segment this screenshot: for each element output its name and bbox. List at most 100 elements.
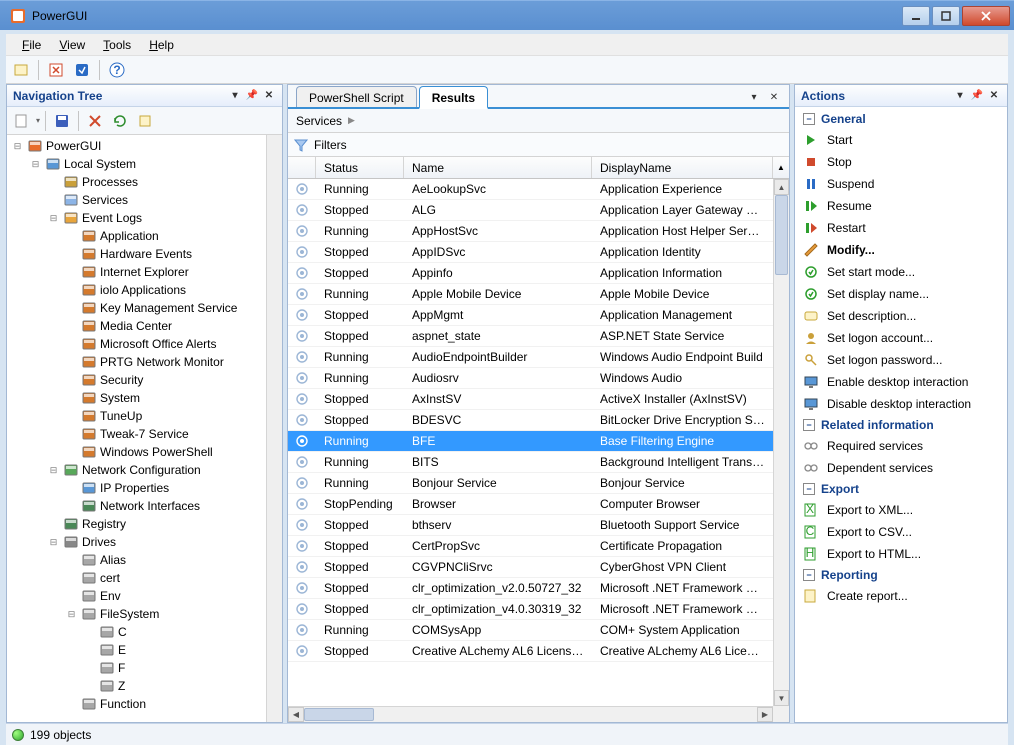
action-enable-desktop-interaction[interactable]: Enable desktop interaction bbox=[795, 371, 1007, 393]
tree-expander-icon[interactable] bbox=[65, 284, 78, 297]
tab-close-icon[interactable]: ✕ bbox=[767, 90, 781, 104]
grid-hscrollbar[interactable]: ◀ ▶ bbox=[288, 706, 773, 722]
collapse-icon[interactable]: − bbox=[803, 419, 815, 431]
breadcrumb[interactable]: Services ▶ bbox=[288, 109, 789, 133]
tree-node[interactable]: Microsoft Office Alerts bbox=[7, 335, 266, 353]
collapse-icon[interactable]: − bbox=[803, 483, 815, 495]
grid-scroll-up[interactable]: ▲ bbox=[773, 157, 789, 178]
tree-expander-icon[interactable]: ⊟ bbox=[29, 158, 42, 171]
table-row[interactable]: Stoppedclr_optimization_v2.0.50727_32Mic… bbox=[288, 578, 773, 599]
table-row[interactable]: RunningAudioEndpointBuilderWindows Audio… bbox=[288, 347, 773, 368]
table-row[interactable]: RunningCOMSysAppCOM+ System Application bbox=[288, 620, 773, 641]
action-set-display-name[interactable]: Set display name... bbox=[795, 283, 1007, 305]
table-row[interactable]: Stoppedclr_optimization_v4.0.30319_32Mic… bbox=[288, 599, 773, 620]
tree-expander-icon[interactable] bbox=[65, 356, 78, 369]
menu-file[interactable]: File bbox=[14, 36, 49, 54]
table-row[interactable]: StoppedBDESVCBitLocker Drive Encryption … bbox=[288, 410, 773, 431]
help-icon[interactable]: ? bbox=[106, 59, 128, 81]
action-export-to-csv[interactable]: CExport to CSV... bbox=[795, 521, 1007, 543]
action-set-start-mode[interactable]: Set start mode... bbox=[795, 261, 1007, 283]
tree-expander-icon[interactable] bbox=[65, 572, 78, 585]
tree-expander-icon[interactable] bbox=[83, 626, 96, 639]
tree-expander-icon[interactable]: ⊟ bbox=[47, 464, 60, 477]
tree-expander-icon[interactable] bbox=[83, 644, 96, 657]
minimize-button[interactable] bbox=[902, 6, 930, 26]
tree-expander-icon[interactable] bbox=[65, 392, 78, 405]
scroll-left-icon[interactable]: ◀ bbox=[288, 707, 304, 722]
nav-tree[interactable]: ⊟PowerGUI⊟Local SystemProcessesServices⊟… bbox=[7, 135, 266, 722]
table-row[interactable]: RunningBITSBackground Intelligent Transf… bbox=[288, 452, 773, 473]
action-suspend[interactable]: Suspend bbox=[795, 173, 1007, 195]
action-set-logon-account[interactable]: Set logon account... bbox=[795, 327, 1007, 349]
tree-expander-icon[interactable] bbox=[65, 266, 78, 279]
tab-results[interactable]: Results bbox=[419, 86, 488, 109]
tree-expander-icon[interactable] bbox=[65, 230, 78, 243]
toolbar-btn-1[interactable] bbox=[10, 59, 32, 81]
tree-expander-icon[interactable] bbox=[65, 302, 78, 315]
tree-expander-icon[interactable] bbox=[65, 482, 78, 495]
action-disable-desktop-interaction[interactable]: Disable desktop interaction bbox=[795, 393, 1007, 415]
action-set-description[interactable]: Set description... bbox=[795, 305, 1007, 327]
tree-node[interactable]: ⊟Local System bbox=[7, 155, 266, 173]
tree-expander-icon[interactable] bbox=[83, 680, 96, 693]
close-icon[interactable]: ✕ bbox=[262, 89, 276, 103]
tree-expander-icon[interactable] bbox=[65, 374, 78, 387]
delete-icon[interactable] bbox=[84, 110, 106, 132]
maximize-button[interactable] bbox=[932, 6, 960, 26]
action-resume[interactable]: Resume bbox=[795, 195, 1007, 217]
tree-node[interactable]: Key Management Service bbox=[7, 299, 266, 317]
tree-expander-icon[interactable]: ⊟ bbox=[47, 212, 60, 225]
menu-help[interactable]: Help bbox=[141, 36, 182, 54]
tree-expander-icon[interactable]: ⊟ bbox=[47, 536, 60, 549]
tree-expander-icon[interactable] bbox=[65, 410, 78, 423]
scroll-right-icon[interactable]: ▶ bbox=[757, 707, 773, 722]
grid-header-display[interactable]: DisplayName bbox=[592, 157, 773, 178]
table-row[interactable]: RunningBonjour ServiceBonjour Service bbox=[288, 473, 773, 494]
action-stop[interactable]: Stop bbox=[795, 151, 1007, 173]
grid-header-status[interactable]: Status bbox=[316, 157, 404, 178]
action-required-services[interactable]: Required services bbox=[795, 435, 1007, 457]
grid-vscrollbar[interactable]: ▲ ▼ bbox=[773, 179, 789, 706]
tree-node[interactable]: Network Interfaces bbox=[7, 497, 266, 515]
scroll-up-icon[interactable]: ▲ bbox=[774, 179, 789, 195]
grid-header-name[interactable]: Name bbox=[404, 157, 592, 178]
tree-expander-icon[interactable] bbox=[47, 176, 60, 189]
table-row[interactable]: RunningAeLookupSvcApplication Experience bbox=[288, 179, 773, 200]
tree-expander-icon[interactable] bbox=[65, 590, 78, 603]
tree-node[interactable]: Function bbox=[7, 695, 266, 713]
tree-node[interactable]: Tweak-7 Service bbox=[7, 425, 266, 443]
tree-node[interactable]: F bbox=[7, 659, 266, 677]
tree-expander-icon[interactable] bbox=[65, 698, 78, 711]
tree-node[interactable]: Windows PowerShell bbox=[7, 443, 266, 461]
refresh-icon[interactable] bbox=[109, 110, 131, 132]
table-row[interactable]: StopPendingBrowserComputer Browser bbox=[288, 494, 773, 515]
table-row[interactable]: StoppedCertPropSvcCertificate Propagatio… bbox=[288, 536, 773, 557]
table-row[interactable]: StoppedALGApplication Layer Gateway Serv bbox=[288, 200, 773, 221]
tree-expander-icon[interactable] bbox=[65, 428, 78, 441]
action-dependent-services[interactable]: Dependent services bbox=[795, 457, 1007, 479]
tree-node[interactable]: System bbox=[7, 389, 266, 407]
close-button[interactable] bbox=[962, 6, 1010, 26]
tree-node[interactable]: C bbox=[7, 623, 266, 641]
scroll-thumb[interactable] bbox=[304, 708, 374, 721]
tree-expander-icon[interactable] bbox=[47, 518, 60, 531]
close-icon[interactable]: ✕ bbox=[987, 89, 1001, 103]
action-create-report[interactable]: Create report... bbox=[795, 585, 1007, 607]
tree-node[interactable]: ⊟Event Logs bbox=[7, 209, 266, 227]
tree-expander-icon[interactable] bbox=[65, 446, 78, 459]
table-row[interactable]: StoppedbthservBluetooth Support Service bbox=[288, 515, 773, 536]
tree-node[interactable]: Media Center bbox=[7, 317, 266, 335]
save-icon[interactable] bbox=[51, 110, 73, 132]
tree-node[interactable]: E bbox=[7, 641, 266, 659]
tree-expander-icon[interactable] bbox=[65, 500, 78, 513]
toolbar-btn-2[interactable] bbox=[45, 59, 67, 81]
action-modify[interactable]: Modify... bbox=[795, 239, 1007, 261]
action-restart[interactable]: Restart bbox=[795, 217, 1007, 239]
collapse-icon[interactable]: − bbox=[803, 569, 815, 581]
table-row[interactable]: StoppedAppIDSvcApplication Identity bbox=[288, 242, 773, 263]
tree-node[interactable]: ⊟Network Configuration bbox=[7, 461, 266, 479]
table-row[interactable]: RunningApple Mobile DeviceApple Mobile D… bbox=[288, 284, 773, 305]
table-row[interactable]: StoppedAppinfoApplication Information bbox=[288, 263, 773, 284]
menu-view[interactable]: View bbox=[51, 36, 93, 54]
tree-expander-icon[interactable] bbox=[65, 320, 78, 333]
